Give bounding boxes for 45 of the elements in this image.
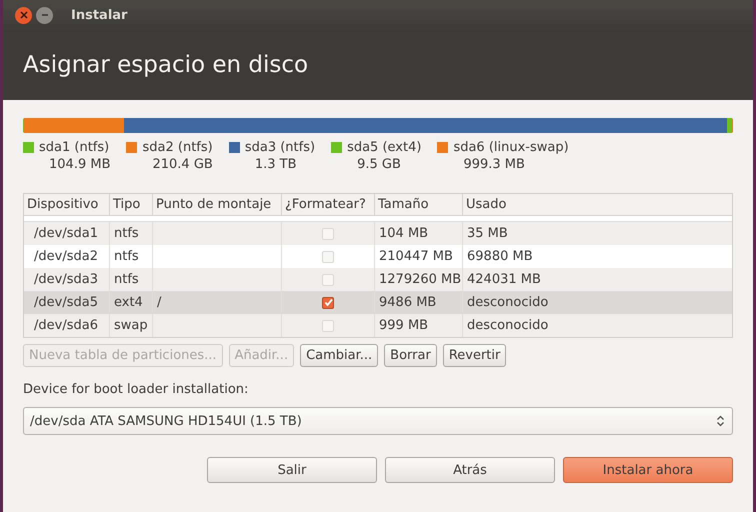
column-header[interactable]: Tamaño: [375, 194, 463, 216]
table-cell: /dev/sda6: [24, 314, 110, 337]
partition-name: sda6 (linux-swap): [453, 139, 569, 156]
partition-name: sda5 (ext4): [347, 139, 422, 156]
dialog-button[interactable]: Salir: [207, 457, 377, 483]
partition-size: 104.9 MB: [48, 156, 110, 173]
spinner-arrows-icon: [717, 415, 724, 427]
column-header[interactable]: Dispositivo: [24, 194, 110, 216]
table-cell: /dev/sda1: [24, 222, 110, 245]
partition-size: 9.5 GB: [356, 156, 402, 173]
table-cell: 999 MB: [375, 314, 463, 337]
partition-name: sda3 (ntfs): [244, 139, 316, 156]
table-cell-text: desconocido: [466, 317, 550, 335]
page-title: Asignar espacio en disco: [23, 52, 308, 78]
table-cell-text: 35 MB: [466, 225, 509, 243]
table-cell-text: desconocido: [466, 294, 550, 312]
table-row[interactable]: /dev/sda6 swap 999 MB desconocido: [24, 314, 732, 337]
table-row[interactable]: /dev/sda1 ntfs 104 MB 35 MB: [24, 222, 732, 245]
format-checkbox[interactable]: [322, 296, 334, 308]
partition-size: 999.3 MB: [462, 156, 526, 173]
bootloader-label: Device for boot loader installation:: [23, 382, 250, 397]
bootloader-dropdown[interactable]: /dev/sda ATA SAMSUNG HD154UI (1.5 TB): [23, 407, 733, 435]
partition-button[interactable]: Borrar: [384, 344, 437, 367]
column-header[interactable]: Punto de montaje: [153, 194, 282, 216]
column-header[interactable]: Tipo: [110, 194, 153, 216]
table-row[interactable]: /dev/sda3 ntfs 1279260 MB 424031 MB: [24, 268, 732, 291]
close-icon[interactable]: [15, 6, 32, 24]
table-cell-text: 69880 MB: [466, 248, 534, 266]
partition-size: 210.4 GB: [151, 156, 213, 173]
dialog-button[interactable]: Atrás: [385, 457, 555, 483]
partition-button[interactable]: Revertir: [442, 344, 506, 367]
table-row[interactable]: /dev/sda5 ext4 / 9486 MB desconocido: [24, 291, 732, 314]
window-title: Instalar: [71, 8, 128, 22]
table-cell: swap: [110, 314, 153, 337]
minimize-icon[interactable]: [36, 6, 53, 24]
column-header[interactable]: Usado: [463, 194, 732, 216]
column-header[interactable]: ¿Formatear?: [282, 194, 375, 216]
dialog-button[interactable]: Instalar ahora: [563, 457, 733, 483]
partition-button[interactable]: Cambiar...: [300, 344, 378, 367]
table-cell-text: 424031 MB: [466, 271, 542, 289]
partition-size: 1.3 TB: [254, 156, 298, 173]
partition-name: sda2 (ntfs): [142, 139, 213, 156]
table-cell: ntfs: [110, 222, 153, 245]
partition-name: sda1 (ntfs): [39, 139, 110, 156]
table-cell: 104 MB: [375, 222, 463, 245]
